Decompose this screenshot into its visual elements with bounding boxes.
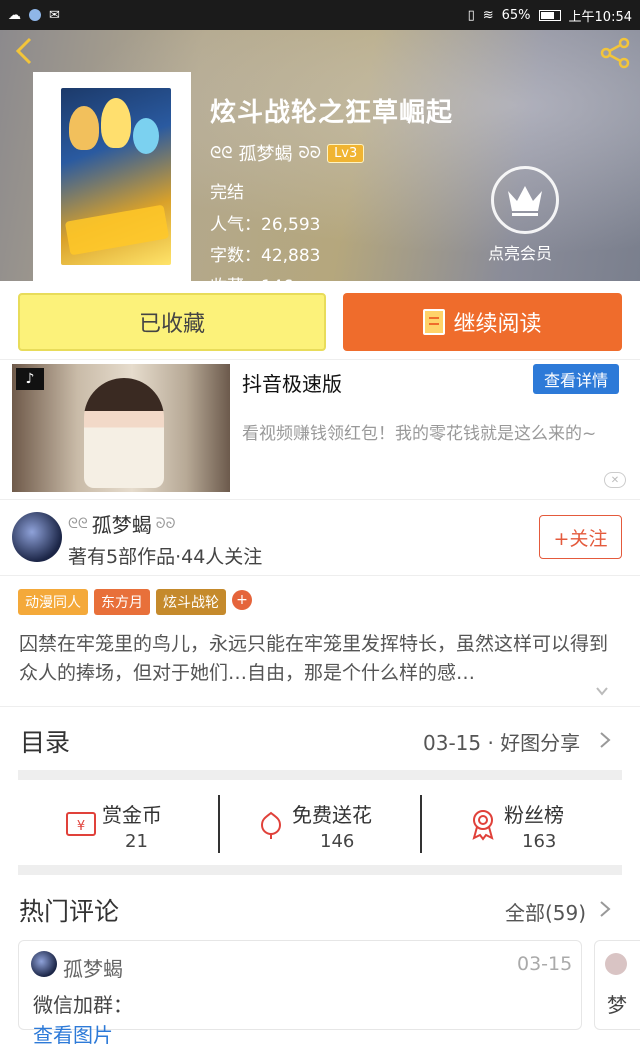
- tag-item[interactable]: 动漫同人: [18, 589, 88, 615]
- chevron-right-icon[interactable]: [599, 900, 611, 918]
- continue-reading-button[interactable]: 继续阅读: [343, 293, 622, 351]
- book-title: 炫斗战轮之狂草崛起: [210, 98, 454, 128]
- section-divider: [18, 770, 622, 780]
- expand-chevron-icon[interactable]: [595, 684, 609, 698]
- status-bar: ☁ ✉ ▯ ≋ 65% 上午10:54: [0, 0, 640, 30]
- book-header: 炫斗战轮之狂草崛起 ᘓᘓ 孤梦蝎 ᘐᘐ Lv3 完结 人气：26,593 字数：…: [0, 30, 640, 281]
- author-card-name: 孤梦蝎: [91, 513, 152, 537]
- ad-image[interactable]: ♪: [12, 364, 230, 492]
- book-cover[interactable]: [33, 72, 191, 281]
- comment-card[interactable]: 孤梦蝎 03-15 微信加群： 查看图片: [18, 940, 582, 1047]
- ad-close-icon[interactable]: ✕: [604, 472, 626, 488]
- tag-item[interactable]: 东方月: [94, 589, 150, 615]
- tag-item[interactable]: 炫斗战轮: [156, 589, 226, 615]
- tag-list: 动漫同人 东方月 炫斗战轮 +: [18, 589, 252, 615]
- back-icon[interactable]: [10, 36, 40, 66]
- author-row[interactable]: ᘓᘓ 孤梦蝎 ᘐᘐ Lv3: [210, 140, 365, 166]
- stat-value: 21: [125, 831, 148, 852]
- right-ornament-icon: ᘐᘐ: [155, 515, 176, 532]
- medal-icon: [472, 810, 494, 841]
- avatar[interactable]: [605, 953, 627, 975]
- vip-crown-button[interactable]: [491, 166, 559, 234]
- hot-comments-label: 热门评论: [19, 897, 120, 926]
- ad-banner[interactable]: ♪ 抖音极速版 查看详情 看视频赚钱领红包！我的零花钱就是这么来的~ ✕: [0, 359, 640, 493]
- comment-card[interactable]: 梦: [594, 940, 640, 1030]
- comment-author: 孤梦蝎: [63, 957, 123, 981]
- all-comments-link[interactable]: 全部(59): [505, 897, 586, 926]
- book-favorites: 收藏：146: [210, 272, 293, 281]
- ad-description: 看视频赚钱领红包！我的零花钱就是这么来的~: [242, 424, 597, 444]
- comment-date: 03-15: [517, 953, 573, 975]
- cloud-icon: ☁: [8, 7, 21, 23]
- synopsis[interactable]: 囚禁在牢笼里的鸟儿，永远只能在牢笼里发挥特长，虽然这样可以得到众人的捧场，但对于…: [19, 630, 619, 688]
- continue-reading-label: 继续阅读: [453, 312, 542, 337]
- action-buttons: 已收藏 继续阅读: [0, 281, 640, 359]
- follow-button[interactable]: +关注: [539, 515, 622, 559]
- fan-ranking-stat[interactable]: 粉丝榜 163: [422, 785, 622, 865]
- stats-row: ¥ 赏金币 21 免费送花 146 粉丝榜 163: [0, 785, 640, 865]
- vibrate-icon: ▯: [467, 7, 475, 23]
- toc-label: 目录: [20, 728, 71, 757]
- hot-comments-header: 热门评论 全部(59): [0, 880, 640, 940]
- add-tag-button[interactable]: +: [232, 590, 252, 610]
- left-ornament-icon: ᘓᘓ: [68, 515, 88, 532]
- book-status: 完结: [210, 183, 244, 203]
- author-card-subtitle: 著有5部作品·44人关注: [68, 546, 263, 568]
- crown-icon: [508, 186, 542, 216]
- svg-text:¥: ¥: [77, 819, 85, 834]
- comment-text: 微信加群：: [33, 993, 133, 1017]
- toc-latest-chapter: 03-15 · 好图分享: [423, 731, 581, 755]
- douyin-logo-icon: ♪: [16, 368, 44, 390]
- battery-percent: 65%: [501, 7, 531, 23]
- ad-title[interactable]: 抖音极速版: [242, 368, 342, 397]
- author-name[interactable]: 孤梦蝎: [239, 140, 293, 166]
- coin-ticket-icon: ¥: [66, 812, 96, 836]
- stat-label: 免费送花: [292, 803, 372, 827]
- avatar[interactable]: [12, 512, 62, 562]
- stat-label: 赏金币: [102, 803, 162, 827]
- book-icon: [423, 309, 446, 335]
- stat-value: 146: [320, 831, 355, 852]
- status-icons-right: ▯ ≋ 65% 上午10:54: [468, 6, 632, 25]
- battery-icon: [538, 9, 561, 21]
- book-cover-image: [61, 88, 171, 265]
- right-ornament-icon: ᘐᘐ: [298, 143, 322, 162]
- collected-button[interactable]: 已收藏: [18, 293, 326, 351]
- left-ornament-icon: ᘓᘓ: [210, 143, 233, 162]
- share-icon[interactable]: [598, 36, 632, 70]
- flower-icon: [260, 811, 282, 839]
- chevron-right-icon: [600, 732, 611, 748]
- section-divider: [18, 865, 622, 875]
- table-of-contents-row[interactable]: 目录 03-15 · 好图分享: [0, 706, 640, 770]
- ad-detail-button[interactable]: 查看详情: [533, 364, 619, 394]
- wifi-icon: ≋: [482, 7, 494, 23]
- comment-link[interactable]: 查看图片: [33, 1019, 113, 1048]
- stat-value: 163: [522, 831, 557, 852]
- app-notification-icon: [29, 9, 41, 21]
- vip-label[interactable]: 点亮会员: [488, 240, 552, 264]
- book-word-count: 字数：42,883: [210, 246, 321, 266]
- clock: 上午10:54: [568, 9, 632, 25]
- author-card[interactable]: ᘓᘓ 孤梦蝎 ᘐᘐ 著有5部作品·44人关注 +关注: [0, 499, 640, 576]
- avatar[interactable]: [31, 951, 57, 977]
- comment-text: 梦: [607, 993, 627, 1017]
- level-badge: Lv3: [327, 143, 365, 163]
- author-card-name-row: ᘓᘓ 孤梦蝎 ᘐᘐ: [68, 509, 175, 538]
- status-icons-left: ☁ ✉: [8, 8, 60, 23]
- stat-label: 粉丝榜: [504, 803, 564, 827]
- book-popularity: 人气：26,593: [210, 215, 321, 235]
- notification-icon: ✉: [49, 7, 60, 23]
- reward-coins-stat[interactable]: ¥ 赏金币 21: [20, 785, 220, 865]
- free-flowers-stat[interactable]: 免费送花 146: [220, 785, 420, 865]
